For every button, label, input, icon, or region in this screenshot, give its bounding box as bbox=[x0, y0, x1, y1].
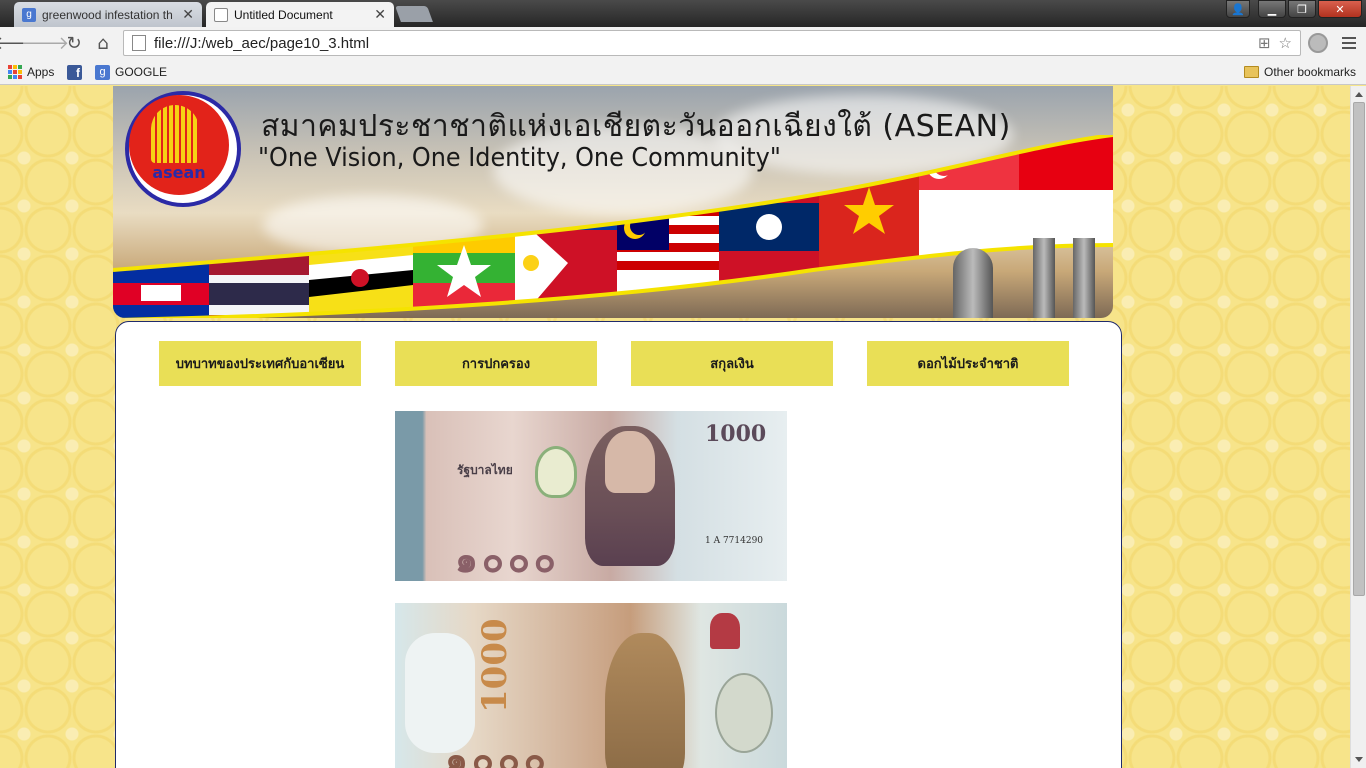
restore-button[interactable]: ❐ bbox=[1288, 0, 1316, 18]
menu-role-in-asean[interactable]: บทบาทของประเทศกับอาเซียน bbox=[159, 341, 361, 386]
menu-national-flower[interactable]: ดอกไม้ประจำชาติ bbox=[867, 341, 1069, 386]
facebook-icon: f bbox=[67, 64, 82, 80]
translate-icon[interactable]: ⊞ bbox=[1258, 34, 1271, 52]
other-bookmarks-label: Other bookmarks bbox=[1264, 65, 1357, 79]
bookmark-apps[interactable]: Apps bbox=[8, 63, 54, 81]
folder-icon bbox=[1244, 66, 1259, 78]
portrait-image bbox=[605, 633, 685, 768]
extension-icon[interactable] bbox=[1308, 33, 1328, 53]
browser-toolbar: 🡐 🡒 ↻ ⌂ file:///J:/web_aec/page10_3.html… bbox=[0, 27, 1366, 59]
google-icon: g bbox=[95, 64, 110, 80]
tab-google-search[interactable]: g greenwood infestation th ✕ bbox=[14, 2, 202, 27]
moon-circle-icon bbox=[756, 214, 782, 240]
page-icon bbox=[132, 35, 146, 51]
scrollbar-thumb[interactable] bbox=[1353, 102, 1365, 596]
browser-menu-icon[interactable] bbox=[1338, 32, 1360, 54]
new-tab-button[interactable] bbox=[395, 6, 433, 22]
bookmark-facebook[interactable]: f bbox=[67, 63, 82, 81]
star-icon[interactable]: ☆ bbox=[1279, 34, 1292, 52]
banknote-value: 1000 bbox=[705, 421, 767, 447]
page-icon bbox=[214, 7, 228, 22]
bookmarks-bar: Apps f g GOOGLE Other bookmarks bbox=[0, 59, 1366, 85]
asean-banner: asean สมาคมประชาชาติแห่งเอเชียตะวันออกเฉ… bbox=[113, 86, 1113, 318]
reload-icon[interactable]: ↻ bbox=[63, 32, 85, 54]
browser-titlebar: g greenwood infestation th ✕ Untitled Do… bbox=[0, 0, 1366, 27]
home-icon[interactable]: ⌂ bbox=[92, 32, 114, 54]
bookmark-label: Apps bbox=[27, 65, 55, 79]
content-panel: บทบาทของประเทศกับอาเซียน การปกครอง สกุลเ… bbox=[115, 321, 1122, 768]
tab-title: greenwood infestation th bbox=[42, 7, 173, 22]
tab-untitled-document[interactable]: Untitled Document ✕ bbox=[206, 2, 394, 27]
vertical-scrollbar[interactable] bbox=[1350, 86, 1366, 768]
angkor-wat-icon bbox=[141, 285, 181, 301]
tab-title: Untitled Document bbox=[234, 7, 333, 22]
brunei-crest-icon bbox=[351, 269, 369, 287]
sun-icon bbox=[523, 255, 539, 271]
scroll-up-arrow-icon[interactable] bbox=[1355, 92, 1363, 97]
close-window-button[interactable]: ✕ bbox=[1318, 0, 1362, 18]
apps-grid-icon bbox=[8, 65, 22, 79]
tower-icon bbox=[1033, 238, 1055, 318]
window-controls: 👤 ▁ ❐ ✕ bbox=[1226, 0, 1362, 18]
banknote-bank-label: รัฐบาลไทย bbox=[457, 463, 513, 477]
google-icon: g bbox=[22, 7, 36, 22]
banknote-serial: 1 A 7714290 bbox=[705, 536, 764, 546]
forward-arrow-icon[interactable]: 🡒 bbox=[21, 32, 69, 54]
close-icon[interactable]: ✕ bbox=[374, 6, 386, 23]
scroll-down-arrow-icon[interactable] bbox=[1355, 757, 1363, 762]
close-icon[interactable]: ✕ bbox=[182, 6, 194, 23]
garuda-emblem-icon bbox=[710, 613, 740, 649]
other-bookmarks[interactable]: Other bookmarks bbox=[1244, 63, 1356, 81]
tower-icon bbox=[953, 248, 993, 318]
address-bar[interactable]: file:///J:/web_aec/page10_3.html ⊞ ☆ bbox=[123, 30, 1301, 56]
url-text[interactable]: file:///J:/web_aec/page10_3.html bbox=[154, 35, 1258, 52]
banknote-value: 1000 bbox=[475, 618, 515, 713]
banknote-front-image: 1000 รัฐบาลไทย 1 A 7714290 ๑๐๐๐ bbox=[395, 411, 787, 581]
bookmark-label: GOOGLE bbox=[115, 65, 168, 79]
emblem-icon bbox=[535, 446, 577, 498]
user-icon[interactable]: 👤 bbox=[1226, 0, 1250, 18]
tower-icon bbox=[1073, 238, 1095, 318]
banknote-back-image: 1000 ๑๐๐๐ bbox=[395, 603, 787, 768]
menu-government[interactable]: การปกครอง bbox=[395, 341, 597, 386]
minimize-button[interactable]: ▁ bbox=[1258, 0, 1286, 18]
bookmark-google[interactable]: g GOOGLE bbox=[95, 63, 167, 81]
page-viewport: asean สมาคมประชาชาติแห่งเอเชียตะวันออกเฉ… bbox=[0, 86, 1350, 768]
menu-currency[interactable]: สกุลเงิน bbox=[631, 341, 833, 386]
